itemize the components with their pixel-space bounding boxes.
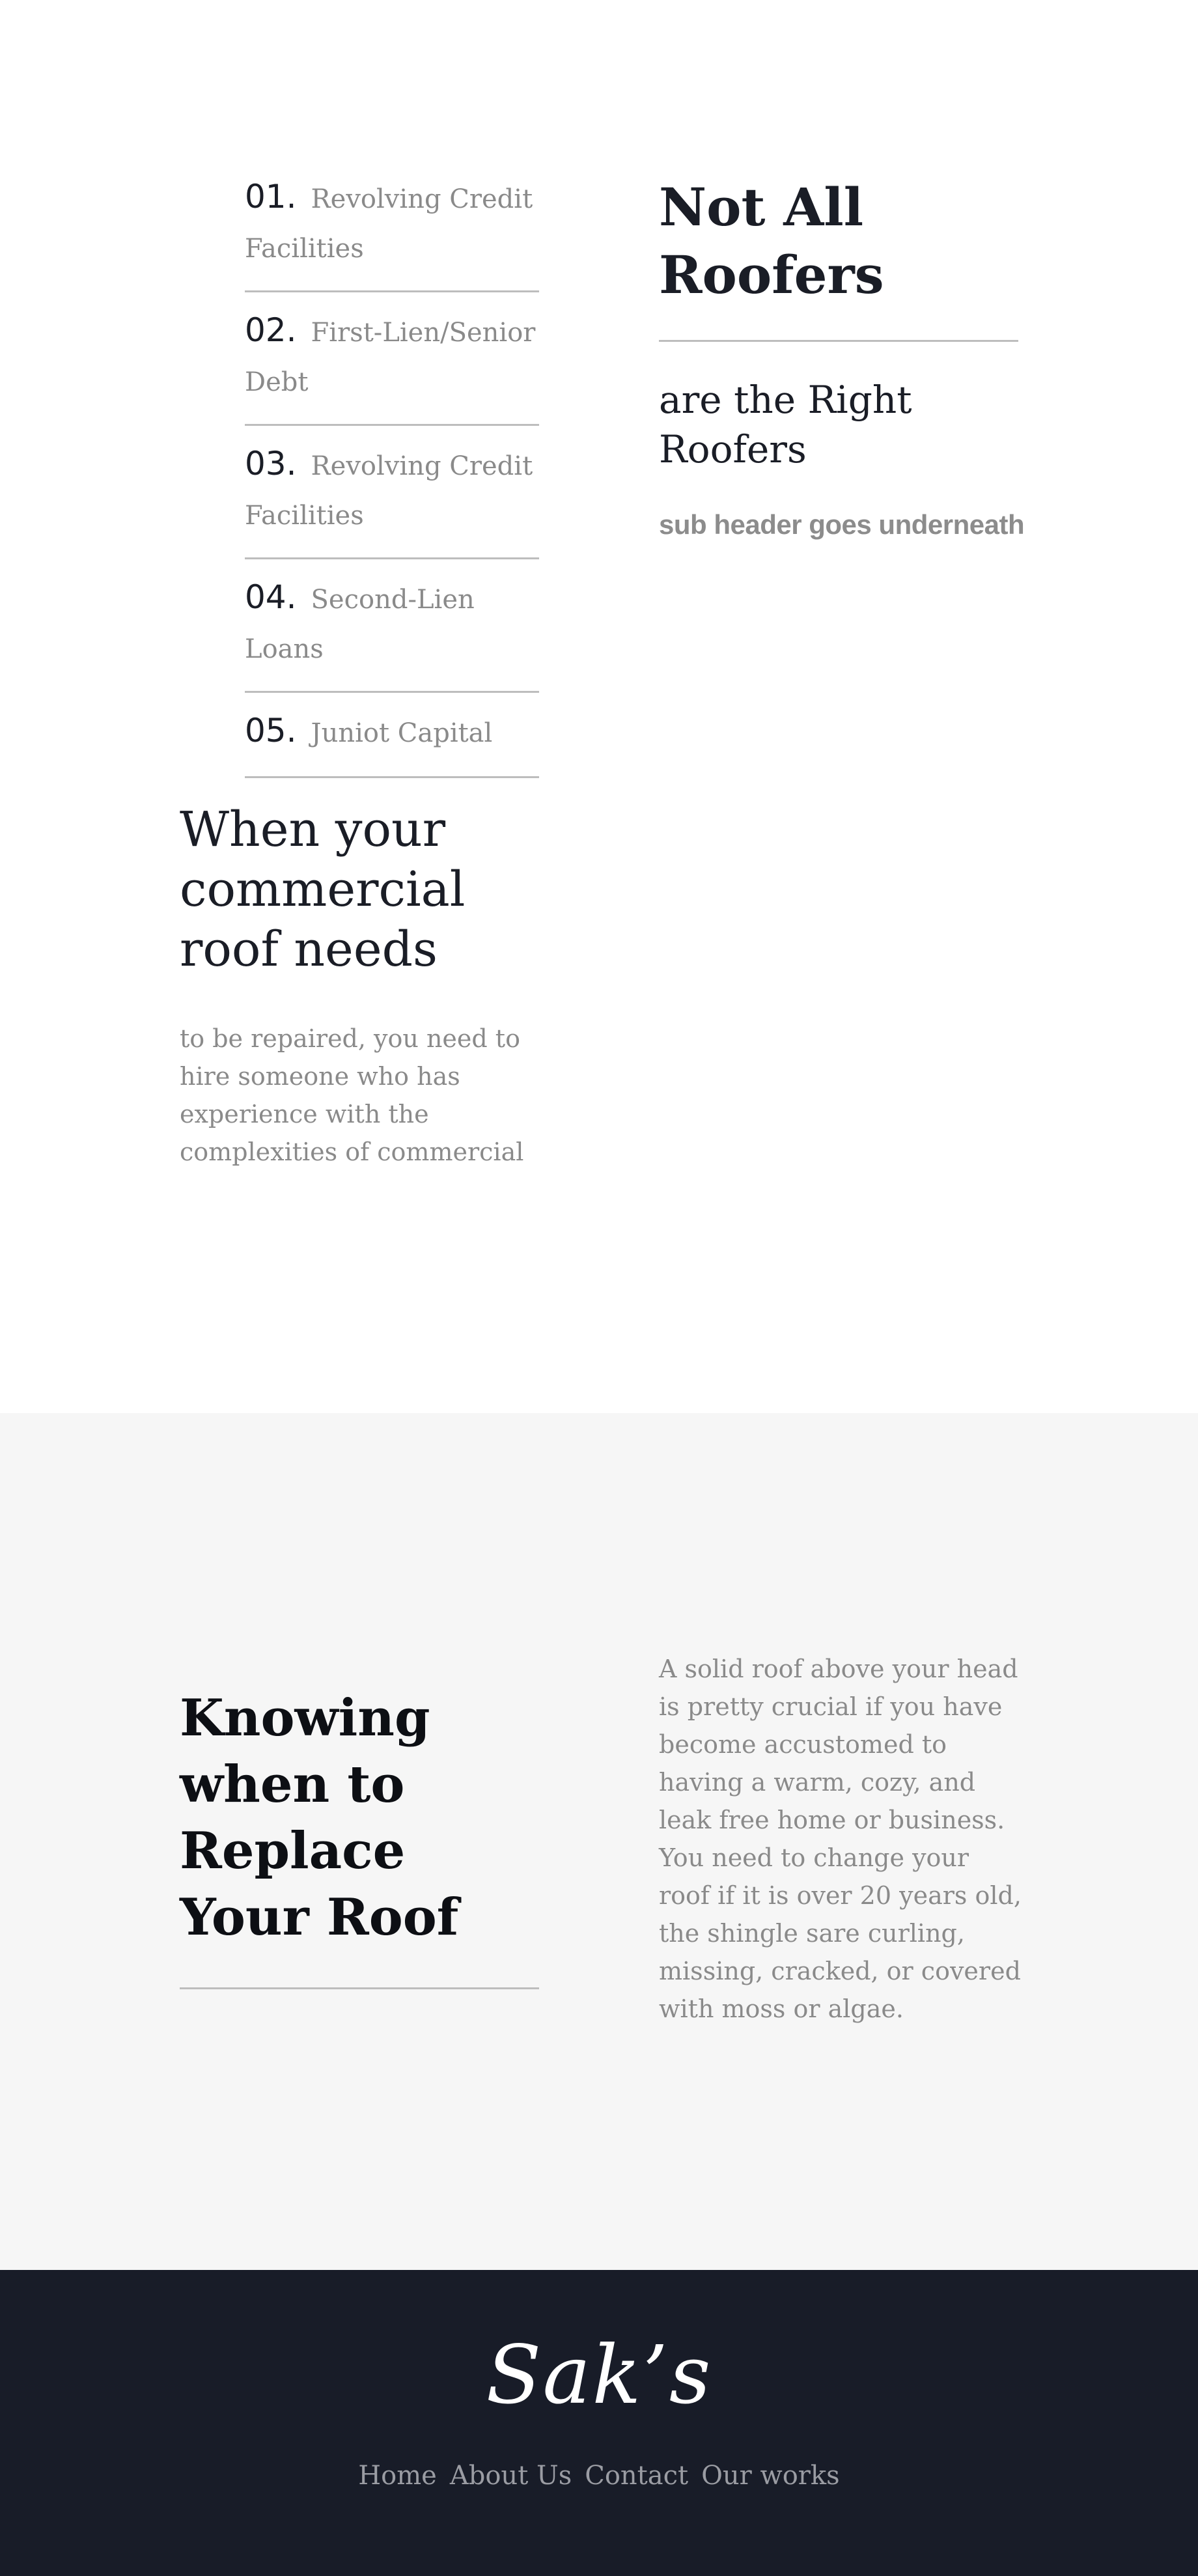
list-item-index: 03.: [245, 445, 297, 483]
list-item-index: 04.: [245, 578, 297, 616]
list-item-index: 05.: [245, 712, 297, 749]
list-item-label: Juniot Capital: [311, 718, 493, 748]
hero-divider: [659, 340, 1018, 342]
services-list: 01. Revolving Credit Facilities 02. First-…: [245, 171, 539, 790]
footer-logo[interactable]: Sak’s: [0, 2330, 1198, 2421]
footer-link-home[interactable]: Home: [358, 2457, 437, 2494]
replace-roof-divider: [180, 1987, 539, 1989]
list-item: 04. Second-Lien Loans: [245, 571, 539, 693]
footer: [0, 2270, 1198, 2576]
replace-roof-paragraph: A solid roof above your head is pretty c…: [659, 1655, 1022, 2023]
hero-subheader-note: sub header goes underneath: [659, 509, 1025, 540]
footer-link-our-works[interactable]: Our works: [701, 2457, 840, 2494]
hero-heading: Not All Roofers: [659, 176, 884, 305]
footer-link-about-us[interactable]: About Us: [450, 2457, 572, 2494]
footer-link-contact[interactable]: Contact: [585, 2457, 688, 2494]
commercial-roof-heading: When your commercial roof needs: [180, 802, 466, 977]
replace-roof-heading: Knowing when to Replace Your Roof: [180, 1688, 459, 1947]
list-item: 03. Revolving Credit Facilities: [245, 438, 539, 559]
list-item: 05. Juniot Capital: [245, 705, 539, 778]
list-item: 01. Revolving Credit Facilities: [245, 171, 539, 292]
list-item-index: 02.: [245, 311, 297, 349]
commercial-roof-paragraph: to be repaired, you need to hire someone…: [180, 1024, 524, 1166]
list-item: 02. First-Lien/Senior Debt: [245, 304, 539, 426]
footer-nav: Home About Us Contact Our works: [0, 2457, 1198, 2494]
hero-subheading: are the Right Roofers: [659, 378, 912, 471]
list-item-index: 01.: [245, 178, 297, 216]
